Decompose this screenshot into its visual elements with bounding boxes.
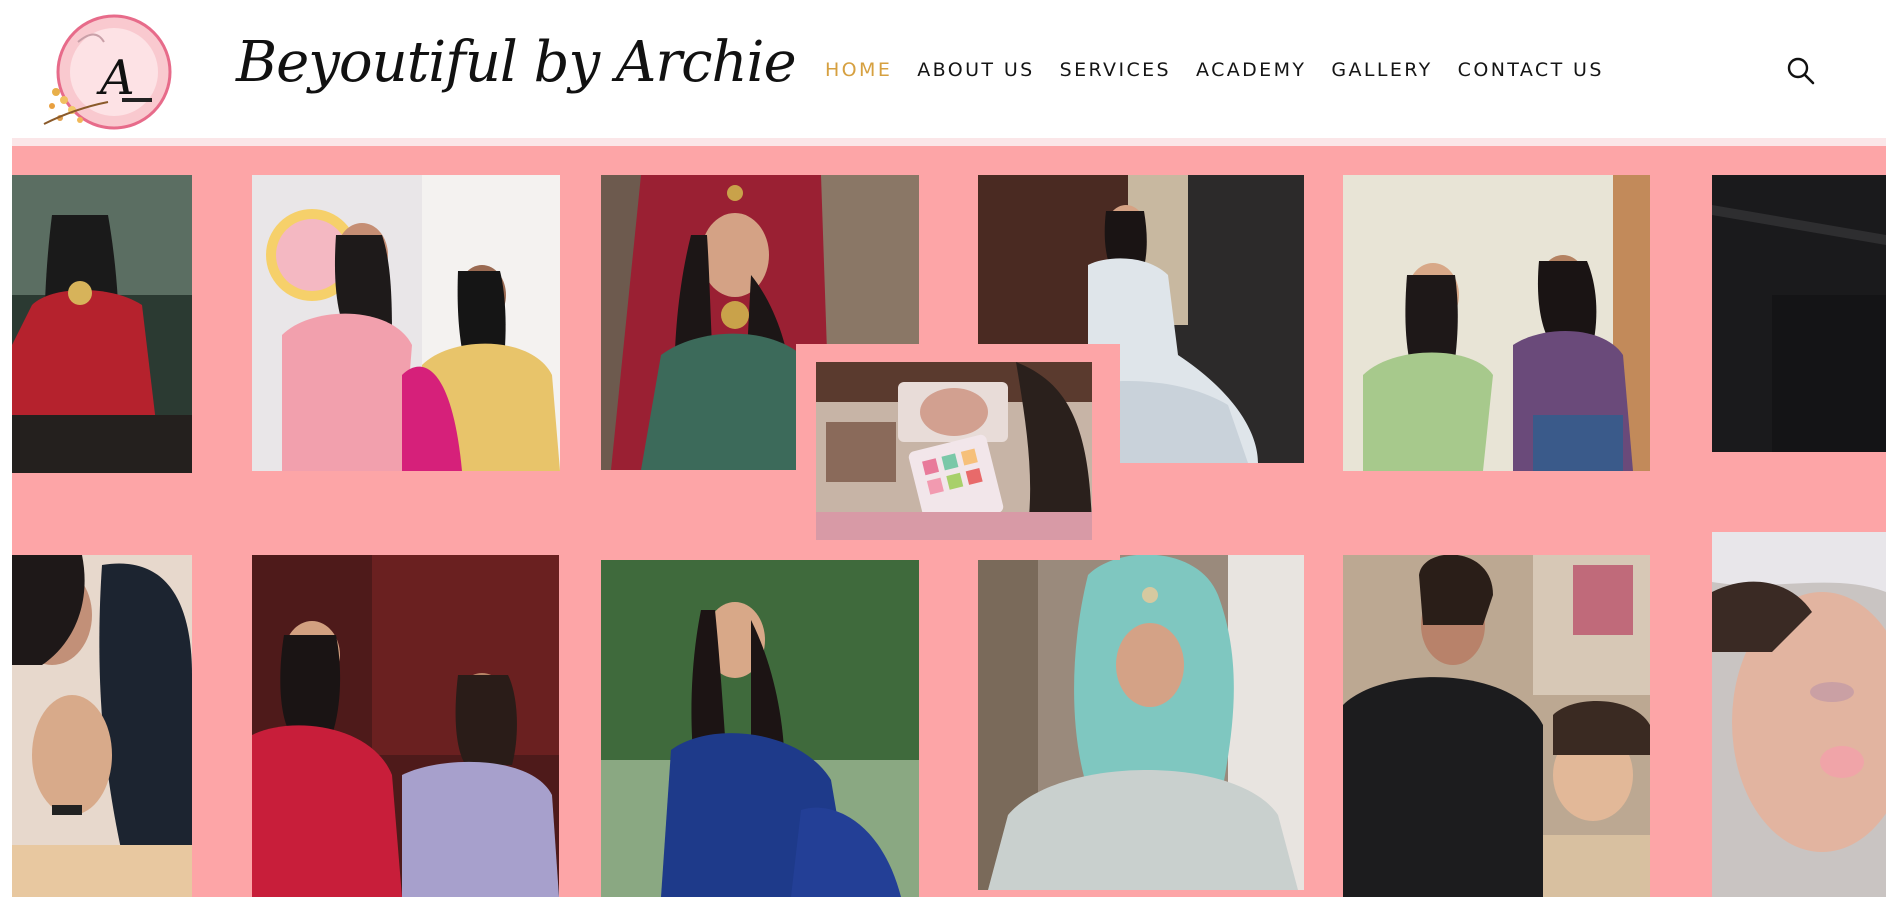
nav-contact-us[interactable]: CONTACT US [1458, 59, 1604, 81]
gallery-photo-eyeshadow-palette-mirror[interactable] [816, 362, 1092, 540]
gallery-photo-eyeshadow-palette-mirror-frame [796, 344, 1120, 560]
main-nav: HOME ABOUT US SERVICES ACADEMY GALLERY C… [825, 59, 1629, 81]
photo-gallery [12, 146, 1886, 897]
brand-logo-icon[interactable]: A [38, 2, 186, 142]
nav-home[interactable]: HOME [825, 59, 892, 81]
gallery-photo-artist-applying-makeup-green-saree[interactable] [1343, 175, 1650, 471]
logo-letter: A [96, 50, 135, 106]
gallery-photo-artist-applying-eye-makeup[interactable] [1343, 555, 1650, 897]
nav-services[interactable]: SERVICES [1060, 59, 1171, 81]
search-icon[interactable] [1786, 56, 1816, 86]
nav-gallery[interactable]: GALLERY [1331, 59, 1432, 81]
gallery-photo-dark-photo-right[interactable] [1712, 175, 1886, 452]
gallery-photo-bride-red-lehenga[interactable] [12, 175, 192, 473]
site-header: A Beyoutiful by Archie HOME ABOUT US SER… [0, 0, 1886, 140]
brand-name[interactable]: Beyoutiful by Archie [236, 30, 797, 95]
gallery-photo-bride-blue-gown[interactable] [601, 560, 919, 897]
gallery-photo-artist-pink-with-bride[interactable] [252, 175, 560, 471]
gallery-photo-bride-teal-hijab[interactable] [978, 555, 1304, 890]
header-divider [12, 138, 1886, 146]
gallery-photo-artist-with-bride-red[interactable] [252, 555, 559, 897]
nav-academy[interactable]: ACADEMY [1196, 59, 1306, 81]
gallery-photo-artist-ear-detail[interactable] [12, 555, 192, 897]
gallery-photo-closeup-face-glow[interactable] [1712, 532, 1886, 897]
nav-about-us[interactable]: ABOUT US [917, 59, 1034, 81]
